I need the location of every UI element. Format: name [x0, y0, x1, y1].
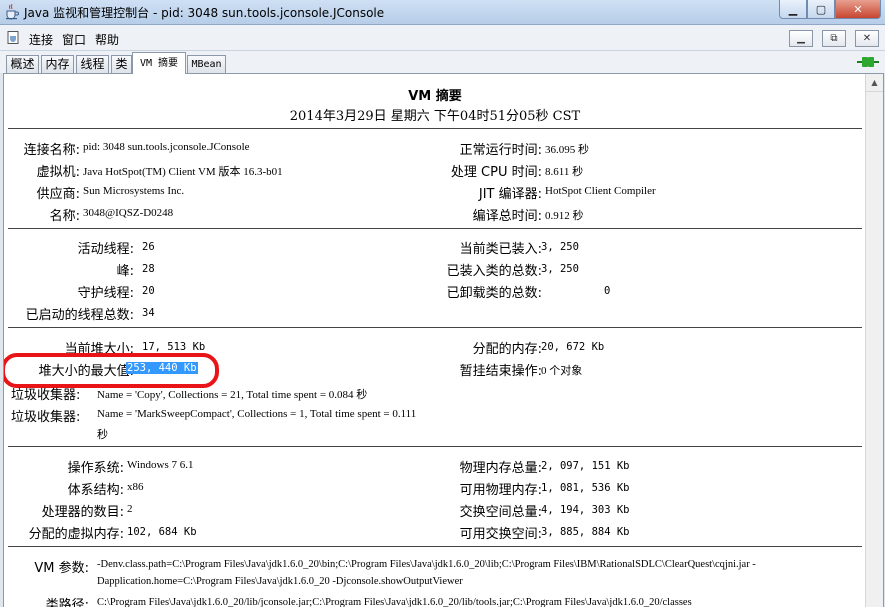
separator: [8, 228, 862, 229]
os-value: Windows 7 6.1: [127, 459, 194, 471]
jit-compiler-value: HotSpot Client Compiler: [545, 185, 656, 197]
pending-finalization-label: 暂挂结束操作:: [459, 364, 542, 379]
inner-minimize-button[interactable]: ▁: [789, 30, 813, 47]
jconsole-window: Java 监视和管理控制台 - pid: 3048 sun.tools.jcon…: [0, 0, 885, 607]
maximize-button[interactable]: ▢: [807, 0, 835, 19]
processors-label: 处理器的数目:: [41, 505, 124, 520]
total-swap-label: 交换空间总量:: [459, 505, 542, 520]
committed-memory-label: 分配的内存:: [472, 342, 542, 357]
current-classes-value: 3, 250: [541, 241, 579, 253]
menu-bar: 连接 窗口 帮助 ▁ ⧉ ✕: [0, 25, 885, 51]
total-physical-memory-value: 2, 097, 151 Kb: [541, 460, 630, 472]
name-value: 3048@IQSZ-D0248: [83, 207, 174, 219]
total-loaded-classes-value: 3, 250: [541, 263, 579, 275]
vendor-label: 供应商:: [36, 187, 80, 202]
free-physical-memory-label: 可用物理内存:: [459, 483, 542, 498]
pending-finalization-value: 0 个对象: [541, 365, 583, 377]
tab-threads[interactable]: 线程: [76, 55, 109, 73]
cpu-time-label: 处理 CPU 时间:: [450, 165, 542, 180]
committed-memory-value: 20, 672 Kb: [541, 341, 605, 353]
vm-args-value: -Denv.class.path=C:\Program Files\Java\j…: [97, 559, 756, 570]
separator: [8, 546, 862, 547]
daemon-threads-value: 20: [142, 285, 155, 297]
menu-connection[interactable]: 连接: [29, 31, 53, 48]
gc-marksweep-value-cont: 秒: [97, 429, 108, 441]
vm-summary-content: VM 摘要 2014年3月29日 星期六 下午04时51分05秒 CST 连接名…: [4, 74, 866, 607]
total-swap-value: 4, 194, 303 Kb: [541, 504, 630, 516]
scroll-up-arrow-icon[interactable]: ▲: [866, 74, 883, 92]
inner-close-button[interactable]: ✕: [855, 30, 879, 47]
java-document-icon: [7, 31, 19, 44]
free-physical-memory-value: 1, 081, 536 Kb: [541, 482, 630, 494]
current-classes-label: 当前类已装入:: [459, 242, 542, 257]
jit-compiler-label: JIT 编译器:: [478, 187, 542, 202]
live-threads-value: 26: [142, 241, 155, 253]
peak-threads-label: 峰:: [116, 264, 134, 279]
total-loaded-classes-label: 已装入类的总数:: [446, 264, 542, 279]
total-threads-value: 34: [142, 307, 155, 319]
vendor-value: Sun Microsystems Inc.: [83, 185, 185, 197]
separator: [8, 128, 862, 129]
tab-bar: 概述 内存 线程 类 VM 摘要 MBean: [0, 51, 885, 74]
classpath-label: 类路径:: [45, 598, 89, 607]
tab-overview[interactable]: 概述: [6, 55, 39, 73]
gc-marksweep-label: 垃圾收集器:: [11, 410, 81, 425]
uptime-value: 36.095 秒: [545, 144, 589, 156]
compile-time-label: 编译总时间:: [472, 209, 542, 224]
tab-mbean[interactable]: MBean: [187, 55, 226, 73]
gc-copy-label: 垃圾收集器:: [11, 388, 81, 403]
connection-status-icon: [857, 57, 879, 67]
committed-virtual-memory-value: 102, 684 Kb: [127, 526, 197, 538]
gc-marksweep-value: Name = 'MarkSweepCompact', Collections =…: [97, 408, 417, 420]
live-threads-label: 活动线程:: [77, 242, 134, 257]
java-cup-icon: [6, 3, 19, 20]
vm-summary-panel[interactable]: VM 摘要 2014年3月29日 星期六 下午04时51分05秒 CST 连接名…: [3, 73, 884, 607]
separator: [8, 446, 862, 447]
separator: [8, 327, 862, 328]
daemon-threads-label: 守护线程:: [77, 286, 134, 301]
gc-copy-value: Name = 'Copy', Collections = 21, Total t…: [97, 389, 368, 401]
uptime-label: 正常运行时间:: [459, 143, 542, 158]
free-swap-label: 可用交换空间:: [459, 527, 542, 542]
tab-memory[interactable]: 内存: [41, 55, 74, 73]
unloaded-classes-label: 已卸载类的总数:: [446, 286, 542, 301]
free-swap-value: 3, 885, 884 Kb: [541, 526, 630, 538]
arch-label: 体系结构:: [67, 483, 124, 498]
window-controls: ▁ ▢ ✕: [779, 0, 881, 20]
total-physical-memory-label: 物理内存总量:: [459, 461, 542, 476]
minimize-button[interactable]: ▁: [779, 0, 807, 19]
connection-name-label: 连接名称:: [23, 143, 80, 158]
total-threads-label: 已启动的线程总数:: [25, 308, 134, 323]
unloaded-classes-value: 0: [604, 285, 611, 297]
vertical-scrollbar[interactable]: ▲: [865, 74, 883, 607]
tab-classes[interactable]: 类: [111, 55, 132, 73]
summary-datetime: 2014年3月29日 星期六 下午04时51分05秒 CST: [289, 109, 581, 124]
vm-label: 虚拟机:: [36, 165, 80, 180]
annotation-highlight-oval: [4, 353, 219, 388]
vm-args-label: VM 参数:: [34, 561, 89, 576]
committed-virtual-memory-label: 分配的虚拟内存:: [28, 527, 124, 542]
cpu-time-value: 8.611 秒: [545, 166, 584, 178]
name-label: 名称:: [49, 209, 80, 224]
connection-name-value: pid: 3048 sun.tools.jconsole.JConsole: [83, 141, 250, 153]
current-heap-value: 17, 513 Kb: [142, 341, 206, 353]
menu-window[interactable]: 窗口: [62, 31, 86, 48]
close-button[interactable]: ✕: [835, 0, 881, 19]
arch-value: x86: [127, 481, 144, 493]
summary-title: VM 摘要: [408, 89, 462, 104]
vm-value: Java HotSpot(TM) Client VM 版本 16.3-b01: [83, 166, 283, 178]
processors-value: 2: [127, 503, 133, 515]
title-bar[interactable]: Java 监视和管理控制台 - pid: 3048 sun.tools.jcon…: [0, 0, 885, 25]
compile-time-value: 0.912 秒: [545, 210, 584, 222]
tab-vm-summary[interactable]: VM 摘要: [132, 52, 186, 74]
menu-help[interactable]: 帮助: [95, 31, 119, 48]
os-label: 操作系统:: [67, 461, 124, 476]
peak-threads-value: 28: [142, 263, 155, 275]
vm-args-value-cont: Dapplication.home=C:\Program Files\Java\…: [97, 576, 463, 587]
window-title: Java 监视和管理控制台 - pid: 3048 sun.tools.jcon…: [24, 6, 385, 20]
inner-restore-button[interactable]: ⧉: [822, 30, 846, 47]
